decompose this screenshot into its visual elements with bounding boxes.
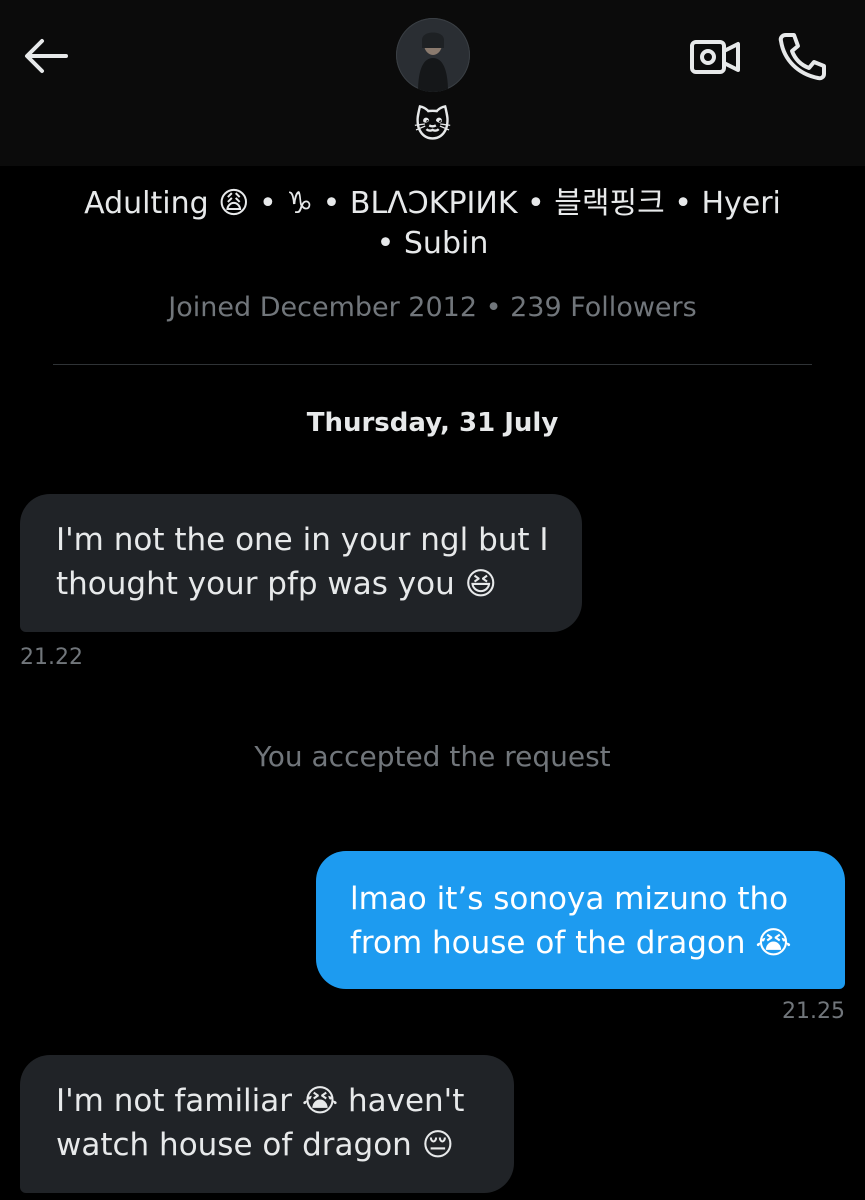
bio-line: • Subin: [376, 226, 489, 261]
message-text: from house of the dragon 😭: [350, 925, 792, 961]
video-call-button[interactable]: [688, 36, 742, 78]
message-text: lmao it’s sonoya mizuno tho: [350, 881, 789, 917]
profile-bio: Adulting 😩 • ♑ • BLΛƆKPIИK • 블랙핑크 • Hyer…: [60, 184, 805, 264]
video-camera-icon: [690, 40, 740, 74]
date-separator: Thursday, 31 July: [306, 408, 559, 438]
message-timestamp: 21.22: [20, 645, 83, 670]
message-text: thought your pfp was you 😆: [56, 566, 497, 602]
voice-call-button[interactable]: [776, 31, 828, 81]
conversation-header: 🐱: [0, 0, 865, 166]
back-button[interactable]: [22, 36, 70, 76]
message-bubble-incoming[interactable]: I'm not the one in your ngl but I though…: [20, 494, 582, 632]
message-text: watch house of dragon 😔: [56, 1127, 455, 1163]
display-name: 🐱: [413, 105, 452, 146]
bio-line: Adulting 😩 • ♑ • BLΛƆKPIИK • 블랙핑크 • Hyer…: [84, 186, 781, 221]
avatar[interactable]: [396, 18, 470, 92]
message-timestamp: 21.25: [782, 999, 845, 1024]
arrow-left-icon: [25, 39, 68, 73]
message-text: I'm not the one in your ngl but I: [56, 522, 549, 558]
message-bubble-outgoing[interactable]: lmao it’s sonoya mizuno tho from house o…: [316, 851, 845, 989]
profile-meta: Joined December 2012 • 239 Followers: [168, 292, 697, 323]
phone-icon: [778, 33, 826, 81]
system-message: You accepted the request: [254, 740, 611, 773]
divider: [53, 364, 812, 365]
message-text: I'm not familiar 😭 haven't: [56, 1083, 465, 1119]
message-bubble-incoming[interactable]: I'm not familiar 😭 haven't watch house o…: [20, 1055, 514, 1193]
